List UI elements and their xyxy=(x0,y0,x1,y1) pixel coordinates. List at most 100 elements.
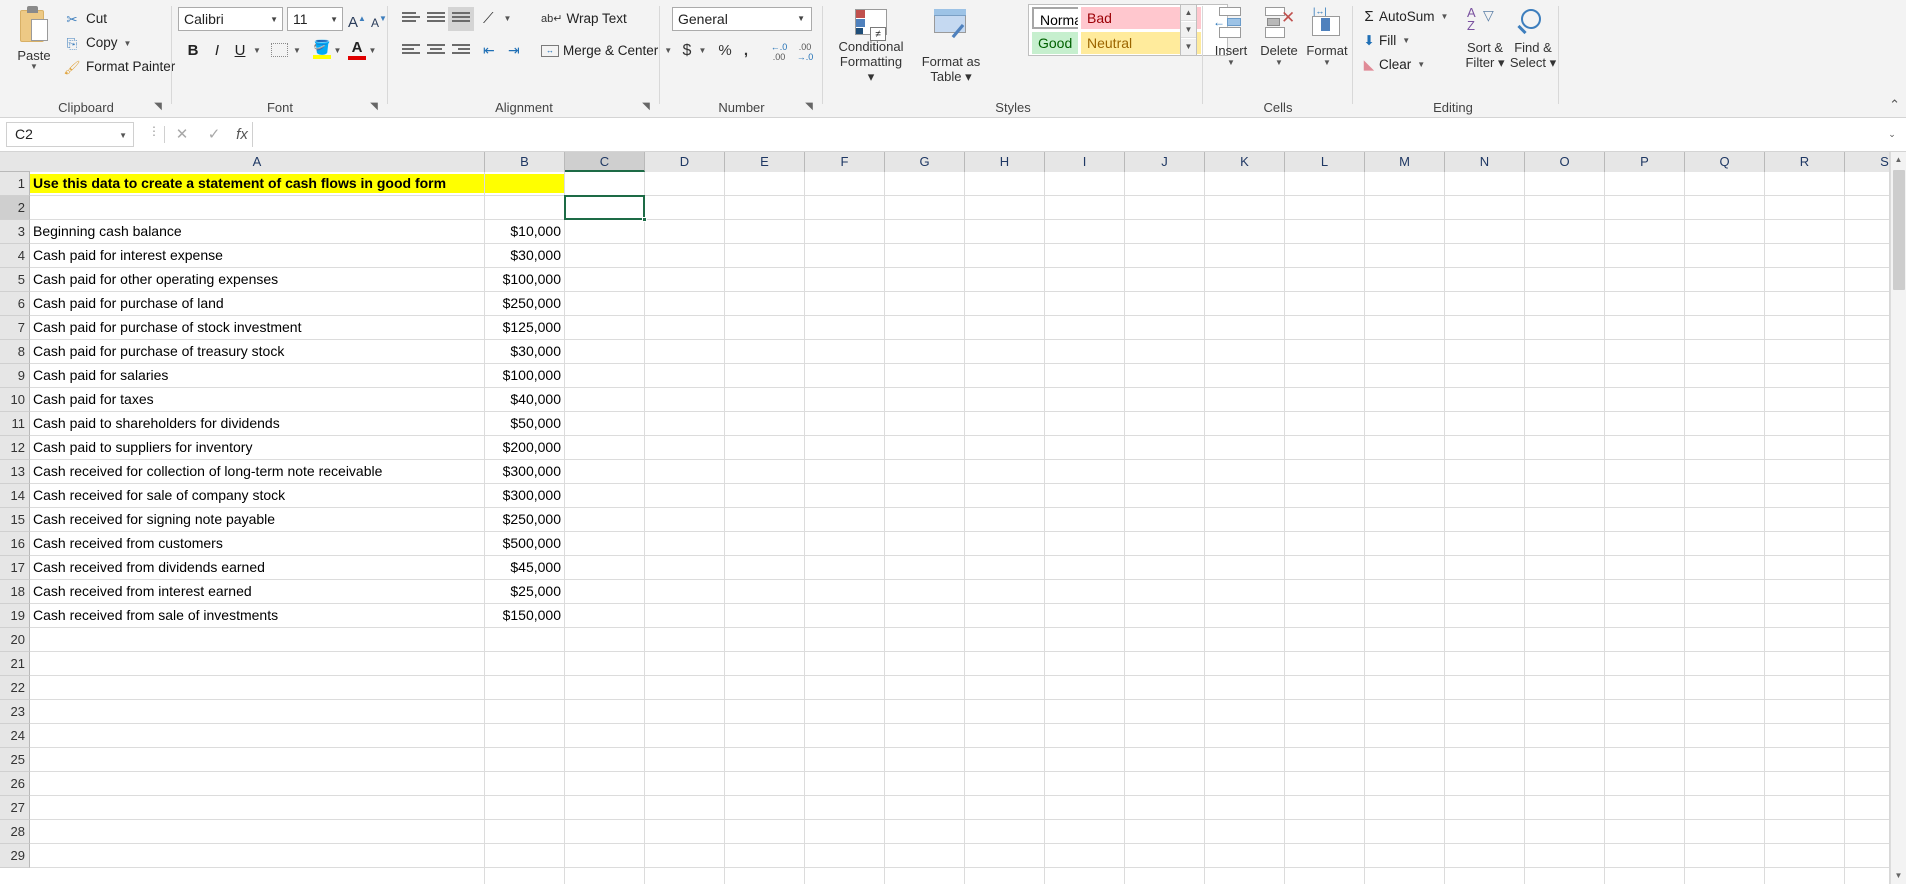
styles-scroll-up-icon[interactable]: ▲ xyxy=(1181,5,1196,21)
cell-A28[interactable] xyxy=(30,822,484,841)
bold-button[interactable]: B xyxy=(182,39,204,63)
column-header-C[interactable]: C xyxy=(565,152,645,172)
column-header-A[interactable]: A xyxy=(30,152,485,172)
cell-A24[interactable] xyxy=(30,726,484,745)
cell-A16[interactable]: Cash received from customers xyxy=(30,534,484,553)
confirm-edit-icon[interactable]: ✓ xyxy=(200,122,228,147)
autosum-button[interactable]: Σ AutoSum ▼ xyxy=(1359,6,1448,28)
cell-B14[interactable]: $300,000 xyxy=(485,486,564,505)
row-header-3[interactable]: 3 xyxy=(0,220,30,244)
row-header-29[interactable]: 29 xyxy=(0,844,30,868)
increase-indent-icon[interactable]: ⇥ xyxy=(508,42,520,59)
column-header-E[interactable]: E xyxy=(725,152,805,172)
cell-A18[interactable]: Cash received from interest earned xyxy=(30,582,484,601)
scroll-down-icon[interactable]: ▼ xyxy=(1891,868,1906,884)
align-right-button[interactable] xyxy=(448,39,474,63)
styles-scroll-down-icon[interactable]: ▼ xyxy=(1181,22,1196,38)
format-painter-button[interactable]: 🖌 Format Painter xyxy=(62,54,175,79)
cell-B29[interactable] xyxy=(485,846,564,865)
cell-A12[interactable]: Cash paid to suppliers for inventory xyxy=(30,438,484,457)
vertical-scroll-thumb[interactable] xyxy=(1893,170,1905,290)
scroll-up-icon[interactable]: ▲ xyxy=(1891,152,1906,168)
cell-A2[interactable] xyxy=(30,198,484,217)
row-header-19[interactable]: 19 xyxy=(0,604,30,628)
cell-A11[interactable]: Cash paid to shareholders for dividends xyxy=(30,414,484,433)
row-header-22[interactable]: 22 xyxy=(0,676,30,700)
number-format-caret[interactable]: ▼ xyxy=(797,8,805,30)
name-box-caret[interactable]: ▼ xyxy=(119,123,127,148)
fill-button[interactable]: ⬇ Fill ▼ xyxy=(1359,30,1410,52)
column-header-K[interactable]: K xyxy=(1205,152,1285,172)
row-header-23[interactable]: 23 xyxy=(0,700,30,724)
align-top-button[interactable] xyxy=(398,7,424,31)
row-header-20[interactable]: 20 xyxy=(0,628,30,652)
collapse-ribbon-button[interactable]: ⌃ xyxy=(1889,97,1900,113)
cell-A26[interactable] xyxy=(30,774,484,793)
cancel-edit-icon[interactable]: ✕ xyxy=(168,122,196,147)
cell-A13[interactable]: Cash received for collection of long-ter… xyxy=(30,462,484,481)
column-header-N[interactable]: N xyxy=(1445,152,1525,172)
fill-dropdown-caret[interactable]: ▼ xyxy=(1402,36,1410,45)
paste-dropdown-caret[interactable]: ▼ xyxy=(8,63,60,71)
cell-B7[interactable]: $125,000 xyxy=(485,318,564,337)
font-color-button[interactable]: A xyxy=(348,39,366,60)
cell-A4[interactable]: Cash paid for interest expense xyxy=(30,246,484,265)
row-header-2[interactable]: 2 xyxy=(0,196,30,220)
font-name-input[interactable]: Calibri ▼ xyxy=(178,7,283,31)
font-size-input[interactable]: 11 ▼ xyxy=(287,7,343,31)
fill-color-button[interactable]: 🪣 xyxy=(313,40,331,59)
row-header-25[interactable]: 25 xyxy=(0,748,30,772)
cell-B24[interactable] xyxy=(485,726,564,745)
align-bottom-button[interactable] xyxy=(448,7,474,31)
row-header-9[interactable]: 9 xyxy=(0,364,30,388)
cell-B10[interactable]: $40,000 xyxy=(485,390,564,409)
cell-B28[interactable] xyxy=(485,822,564,841)
cell-B11[interactable]: $50,000 xyxy=(485,414,564,433)
cell-A3[interactable]: Beginning cash balance xyxy=(30,222,484,241)
cell-B4[interactable]: $30,000 xyxy=(485,246,564,265)
delete-dropdown-caret[interactable]: ▼ xyxy=(1255,58,1303,67)
paste-button[interactable]: Paste ▼ xyxy=(8,4,60,82)
accounting-dropdown-caret[interactable]: ▼ xyxy=(696,39,709,63)
vertical-scrollbar[interactable]: ▲ ▼ xyxy=(1890,152,1906,884)
fill-color-dropdown-caret[interactable]: ▼ xyxy=(331,39,344,63)
row-header-18[interactable]: 18 xyxy=(0,580,30,604)
cell-B9[interactable]: $100,000 xyxy=(485,366,564,385)
row-header-13[interactable]: 13 xyxy=(0,460,30,484)
cell-styles-scrollbar[interactable]: ▲ ▼ ▼ xyxy=(1180,4,1197,56)
borders-dropdown-caret[interactable]: ▼ xyxy=(290,39,304,63)
cell-A23[interactable] xyxy=(30,702,484,721)
insert-cells-button[interactable]: ← Insert ▼ xyxy=(1207,4,1255,88)
cell-B23[interactable] xyxy=(485,702,564,721)
clipboard-dialog-launcher[interactable]: ◥ xyxy=(152,101,164,113)
row-header-26[interactable]: 26 xyxy=(0,772,30,796)
cell-A6[interactable]: Cash paid for purchase of land xyxy=(30,294,484,313)
fill-handle[interactable] xyxy=(642,217,647,222)
styles-more-icon[interactable]: ▼ xyxy=(1181,39,1196,55)
column-header-R[interactable]: R xyxy=(1765,152,1845,172)
font-color-dropdown-caret[interactable]: ▼ xyxy=(366,39,379,63)
row-header-7[interactable]: 7 xyxy=(0,316,30,340)
cell-B25[interactable] xyxy=(485,750,564,769)
cell-A21[interactable] xyxy=(30,654,484,673)
cell-B22[interactable] xyxy=(485,678,564,697)
cell-A19[interactable]: Cash received from sale of investments xyxy=(30,606,484,625)
orientation-icon[interactable]: ⟋ xyxy=(483,10,494,27)
cell-A17[interactable]: Cash received from dividends earned xyxy=(30,558,484,577)
cell-A7[interactable]: Cash paid for purchase of stock investme… xyxy=(30,318,484,337)
cell-B17[interactable]: $45,000 xyxy=(485,558,564,577)
column-header-G[interactable]: G xyxy=(885,152,965,172)
clear-button[interactable]: ◣ Clear ▼ xyxy=(1359,54,1425,76)
column-header-J[interactable]: J xyxy=(1125,152,1205,172)
italic-button[interactable]: I xyxy=(206,39,228,63)
align-middle-button[interactable] xyxy=(423,7,449,31)
formula-bar-handle[interactable]: ⋮ xyxy=(148,125,160,137)
formula-input[interactable] xyxy=(252,122,1880,147)
merge-center-button[interactable]: ↔ Merge & Center ▼ xyxy=(541,39,672,63)
cell-B19[interactable]: $150,000 xyxy=(485,606,564,625)
cell-B8[interactable]: $30,000 xyxy=(485,342,564,361)
cell-B16[interactable]: $500,000 xyxy=(485,534,564,553)
number-format-select[interactable]: General ▼ xyxy=(672,7,812,31)
format-cells-button[interactable]: |↔| Format ▼ xyxy=(1303,4,1351,88)
align-center-button[interactable] xyxy=(423,39,449,63)
